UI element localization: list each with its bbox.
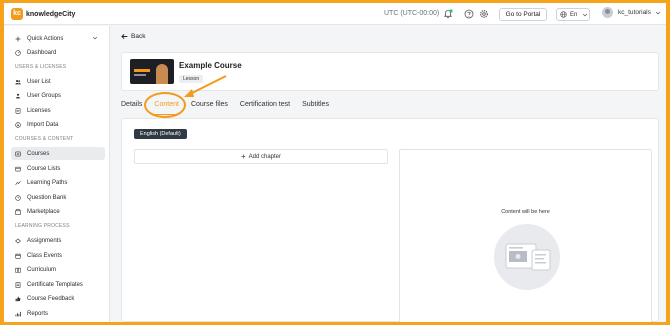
- sidebar-item-label: Import Data: [27, 121, 59, 128]
- question-bank-icon: [15, 194, 21, 201]
- sidebar-item-label: Certificate Templates: [27, 281, 83, 288]
- course-title: Example Course: [179, 61, 242, 70]
- tab-subtitles[interactable]: Subtitles: [302, 95, 329, 115]
- sidebar-item-certificate-templates[interactable]: Certificate Templates: [11, 278, 105, 291]
- sidebar-item-label: Quick Actions: [27, 35, 64, 42]
- sidebar-item-label: Marketplace: [27, 208, 60, 215]
- arrow-left-icon: [121, 33, 128, 40]
- certificate-icon: [15, 281, 21, 288]
- sidebar-item-assignments[interactable]: Assignments: [11, 234, 105, 247]
- sidebar-item-learning-paths[interactable]: Learning Paths: [11, 176, 105, 189]
- top-bar: kc knowledgeCity UTC (UTC-00:00) Go to P…: [4, 3, 666, 25]
- chevron-down-icon: [655, 11, 660, 14]
- sidebar-item-label: Curriculum: [27, 266, 57, 273]
- avatar: [602, 7, 613, 18]
- section-heading-users: USERS & LICENSES: [15, 64, 67, 70]
- sidebar-item-course-lists[interactable]: Course Lists: [11, 162, 105, 175]
- sidebar-item-label: Courses: [27, 150, 50, 157]
- globe-icon: [560, 11, 567, 18]
- sidebar-item-marketplace[interactable]: Marketplace: [11, 205, 105, 218]
- chevron-down-icon: [92, 36, 98, 40]
- brand-logo[interactable]: kc knowledgeCity: [11, 8, 75, 20]
- sidebar-item-label: User List: [27, 78, 51, 85]
- sidebar-item-course-feedback[interactable]: Course Feedback: [11, 292, 105, 305]
- marketplace-icon: [15, 208, 21, 215]
- sidebar-item-label: Learning Paths: [27, 179, 68, 186]
- thumbnail-line: [134, 74, 146, 76]
- sidebar-item-user-groups[interactable]: User Groups: [11, 89, 105, 102]
- add-chapter-button[interactable]: + Add chapter: [134, 149, 388, 164]
- plus-icon: +: [240, 152, 246, 161]
- language-value: En: [570, 11, 578, 18]
- tab-course-files[interactable]: Course files: [191, 95, 228, 115]
- language-select[interactable]: En: [556, 8, 590, 21]
- sidebar-item-label: Class Events: [27, 252, 63, 259]
- chevron-down-icon: [583, 13, 588, 16]
- course-lists-icon: [15, 166, 21, 171]
- calendar-icon: [15, 253, 21, 259]
- sidebar-item-curriculum[interactable]: Curriculum: [11, 263, 105, 276]
- gear-icon[interactable]: [479, 9, 489, 19]
- section-heading-courses: COURSES & CONTENT: [15, 136, 74, 142]
- tab-details[interactable]: Details: [121, 95, 142, 115]
- sidebar-item-label: Dashboard: [27, 49, 57, 56]
- sidebar-item-label: Question Bank: [27, 194, 67, 201]
- sidebar-item-dashboard[interactable]: Dashboard: [11, 46, 105, 59]
- curriculum-icon: [15, 267, 21, 273]
- reports-icon: [15, 311, 21, 316]
- user-menu[interactable]: kc_tutorials: [602, 7, 661, 18]
- sidebar-item-class-events[interactable]: Class Events: [11, 249, 105, 262]
- sidebar-item-label: Reports: [27, 310, 49, 317]
- help-icon[interactable]: [464, 9, 474, 19]
- go-to-portal-button[interactable]: Go to Portal: [499, 8, 547, 21]
- app-frame: kc knowledgeCity UTC (UTC-00:00) Go to P…: [4, 3, 666, 322]
- plus-icon: [15, 36, 21, 41]
- courses-icon: [15, 151, 21, 156]
- add-chapter-label: Add chapter: [248, 153, 282, 160]
- sidebar-item-quick-actions[interactable]: Quick Actions: [11, 32, 105, 45]
- logo-mark-icon: kc: [11, 8, 23, 20]
- thumbs-up-icon: [15, 296, 21, 301]
- assignments-icon: [15, 238, 21, 243]
- content-panel: English (Default) + Add chapter Content …: [121, 118, 659, 322]
- back-label: Back: [131, 33, 146, 40]
- learning-paths-icon: [15, 180, 21, 185]
- section-heading-learning: LEARNING PROCESS: [15, 223, 70, 229]
- license-icon: [15, 107, 21, 114]
- course-thumbnail: [130, 59, 174, 84]
- sidebar-item-question-bank[interactable]: Question Bank: [11, 191, 105, 204]
- username: kc_tutorials: [618, 9, 651, 16]
- preview-placeholder-text: Content will be here: [501, 209, 550, 215]
- content-placeholder-illustration: [494, 224, 560, 290]
- sidebar-item-label: Course Lists: [27, 165, 61, 172]
- document-icon: [505, 243, 551, 271]
- annotation-circle: [144, 92, 186, 118]
- language-chip[interactable]: English (Default): [134, 129, 187, 139]
- timezone-label: UTC (UTC-00:00): [384, 10, 440, 17]
- sidebar-item-courses[interactable]: Courses: [11, 147, 105, 160]
- sidebar-item-label: User Groups: [27, 92, 62, 99]
- sidebar-item-label: Course Feedback: [27, 295, 75, 302]
- sidebar: Quick Actions Dashboard USERS & LICENSES…: [4, 26, 110, 322]
- back-link[interactable]: Back: [121, 33, 145, 40]
- tab-certification-test[interactable]: Certification test: [240, 95, 290, 115]
- user-groups-icon: [15, 93, 21, 98]
- import-icon: [15, 121, 21, 128]
- thumbnail-person: [156, 64, 168, 84]
- sidebar-item-reports[interactable]: Reports: [11, 307, 105, 320]
- dashboard-icon: [15, 49, 21, 56]
- sidebar-item-label: Licenses: [27, 107, 51, 114]
- users-icon: [15, 79, 21, 84]
- bell-icon[interactable]: [443, 9, 453, 19]
- sidebar-item-import-data[interactable]: Import Data: [11, 118, 105, 131]
- sidebar-item-user-list[interactable]: User List: [11, 75, 105, 88]
- brand-name: knowledgeCity: [26, 10, 76, 18]
- sidebar-item-label: Assignments: [27, 237, 62, 244]
- thumbnail-accent: [134, 69, 150, 72]
- content-preview: Content will be here: [399, 149, 652, 322]
- sidebar-item-licenses[interactable]: Licenses: [11, 104, 105, 117]
